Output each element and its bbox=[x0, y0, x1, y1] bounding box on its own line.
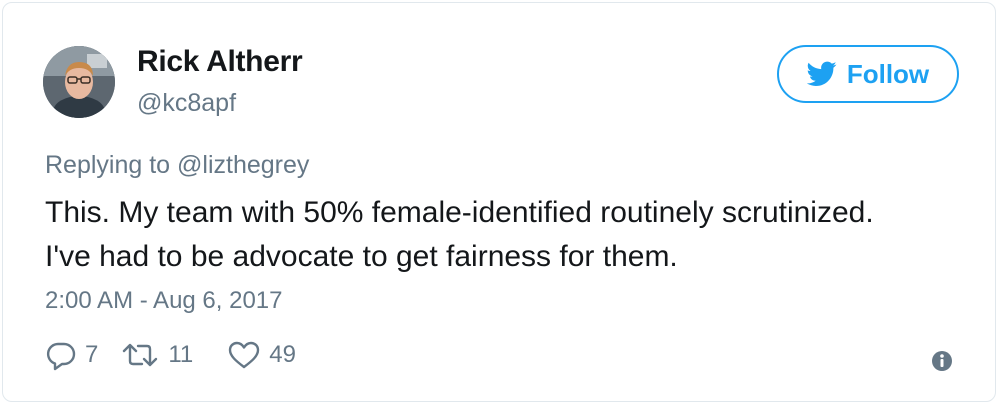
tweet-text-line: This. My team with 50% female-identified… bbox=[45, 196, 874, 229]
avatar[interactable] bbox=[43, 46, 115, 118]
replying-to: Replying to @lizthegrey bbox=[45, 151, 309, 180]
heart-icon bbox=[229, 341, 260, 369]
tweet-text-line: I've had to be advocate to get fairness … bbox=[45, 240, 678, 273]
retweet-icon bbox=[123, 343, 158, 367]
reply-icon bbox=[46, 342, 76, 371]
author-handle[interactable]: @kc8apf bbox=[137, 89, 236, 118]
twitter-bird-icon bbox=[806, 61, 837, 86]
info-icon[interactable] bbox=[931, 350, 953, 372]
retweet-button[interactable]: 11 bbox=[120, 339, 193, 371]
tweet-actions: 7 11 49 bbox=[45, 339, 296, 371]
tweet-card: Rick Altherr @kc8apf Follow Replying to … bbox=[2, 2, 996, 402]
tweet-text: This. My team with 50% female-identified… bbox=[45, 191, 965, 279]
reply-mention-link[interactable]: @lizthegrey bbox=[177, 151, 309, 179]
follow-button[interactable]: Follow bbox=[777, 45, 959, 103]
follow-label: Follow bbox=[846, 58, 930, 89]
profile-photo bbox=[43, 46, 115, 118]
reply-button[interactable]: 7 bbox=[45, 339, 98, 371]
like-count: 49 bbox=[269, 341, 296, 368]
tweet-timestamp[interactable]: 2:00 AM - Aug 6, 2017 bbox=[45, 287, 283, 315]
reply-count: 7 bbox=[85, 341, 99, 368]
replying-to-prefix: Replying to bbox=[45, 151, 178, 179]
retweet-count: 11 bbox=[168, 341, 194, 368]
like-button[interactable]: 49 bbox=[227, 339, 296, 371]
author-name[interactable]: Rick Altherr bbox=[137, 45, 303, 79]
